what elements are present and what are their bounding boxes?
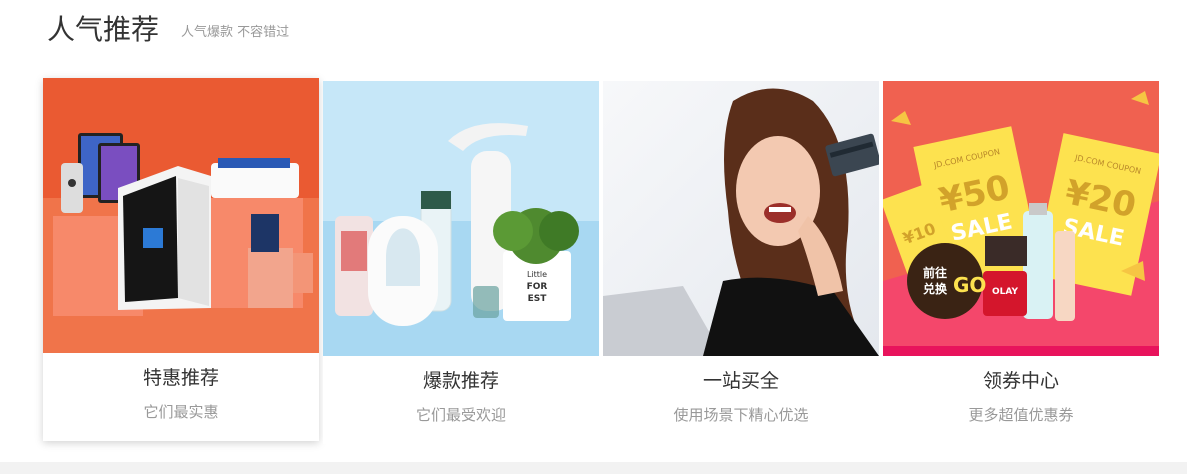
card-title: 爆款推荐	[422, 370, 499, 392]
card-description: 使用场景下精心优选	[673, 406, 809, 424]
card-one-stop[interactable]: 一站买全 使用场景下精心优选	[603, 81, 879, 444]
bottom-divider	[0, 462, 1187, 474]
card-title: 特惠推荐	[142, 367, 219, 389]
card-description: 它们最实惠	[143, 403, 219, 421]
card-description: 它们最受欢迎	[415, 406, 506, 424]
card-title: 一站买全	[702, 370, 779, 392]
card-image-coupons[interactable]: JD.COM COUPON ¥50 SALE JD.COM COUPON ¥20…	[883, 81, 1159, 356]
pot-label-line3: EST	[528, 294, 548, 304]
coupon-cta-go: GO	[953, 273, 986, 297]
section-subtitle: 人气爆款 不容错过	[181, 25, 290, 40]
product-olay-label: OLAY	[992, 287, 1018, 297]
card-hot-items[interactable]: Little FOR EST 爆款推荐 它们最受欢迎	[323, 81, 599, 444]
coupon-cta-line1: 前往	[923, 265, 947, 280]
pot-label-line1: Little	[527, 270, 547, 279]
section-title: 人气推荐	[47, 13, 160, 46]
coupon-cta-line2: 兑换	[923, 281, 948, 296]
card-image-appliances[interactable]: Little FOR EST	[323, 81, 599, 356]
card-image-electronics[interactable]	[43, 78, 319, 353]
card-image-shopping-woman[interactable]	[603, 81, 879, 356]
card-description: 更多超值优惠券	[968, 406, 1074, 424]
card-title: 领券中心	[982, 370, 1059, 392]
pot-label-line2: FOR	[527, 282, 548, 292]
card-special-offer[interactable]: 特惠推荐 它们最实惠	[43, 78, 319, 441]
card-coupon-center[interactable]: JD.COM COUPON ¥50 SALE JD.COM COUPON ¥20…	[883, 81, 1159, 444]
